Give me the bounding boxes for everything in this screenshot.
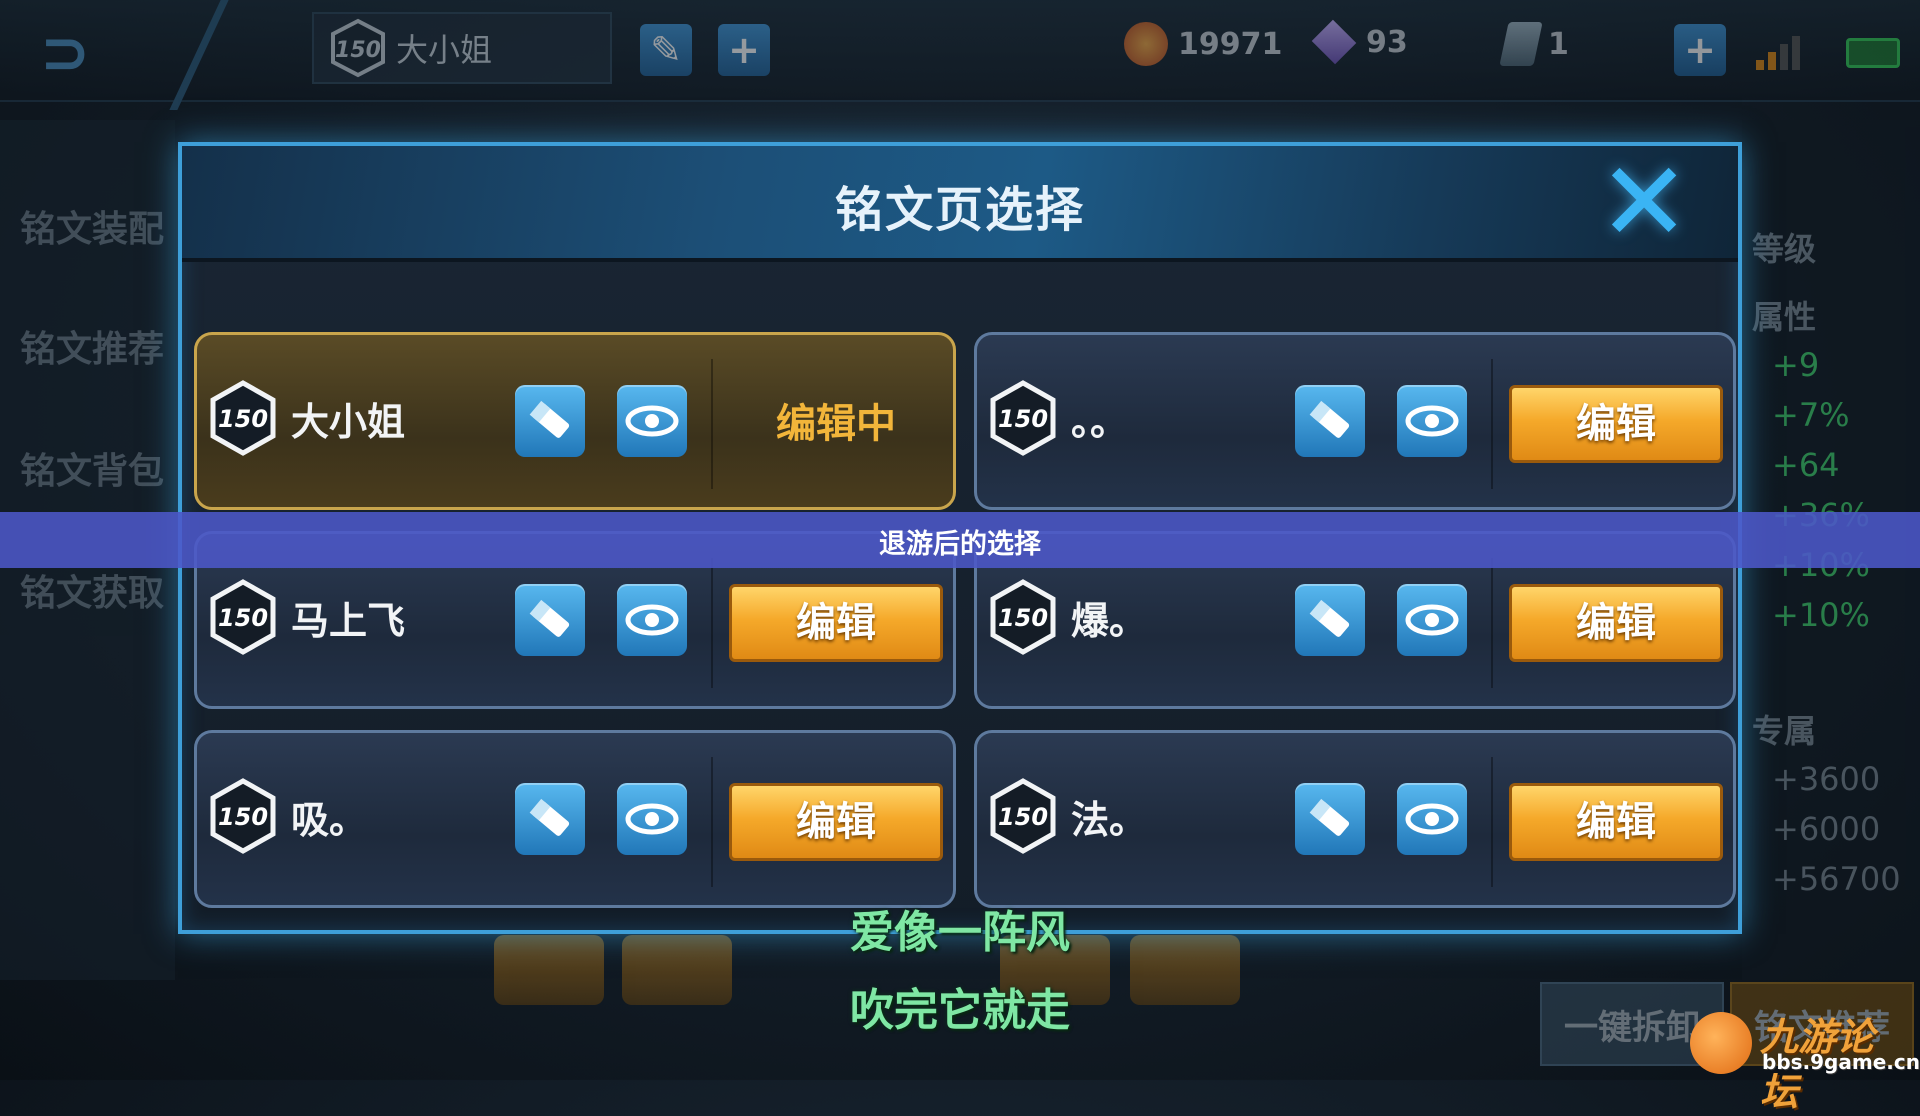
rune-page-name: 吸。 <box>291 798 368 842</box>
slot-divider <box>711 757 713 887</box>
slot-divider <box>711 558 713 688</box>
diamond-counter: 93 <box>1311 19 1408 65</box>
mascot-logo-icon <box>1690 1012 1752 1074</box>
preview-eye-icon[interactable] <box>617 385 687 457</box>
edit-button[interactable]: 编辑 <box>1509 783 1723 861</box>
close-x-icon[interactable]: ✕ <box>1598 147 1690 257</box>
level-hex-icon: 150 <box>210 778 276 854</box>
edit-button[interactable]: 编辑 <box>729 584 943 662</box>
caption-banner-text: 退游后的选择 <box>879 529 1041 560</box>
rename-icon[interactable]: ✎ <box>640 24 692 76</box>
slot-divider <box>1491 757 1493 887</box>
diamond-value: 93 <box>1366 24 1408 60</box>
rename-pencil-icon[interactable] <box>515 783 585 855</box>
level-hex-icon: 150 <box>210 380 276 456</box>
level-hex-icon: 150 <box>210 579 276 655</box>
slot-divider <box>1491 558 1493 688</box>
rune-page-name: 。。 <box>1071 400 1129 444</box>
exclusive-value: +6000 <box>1772 810 1881 848</box>
svg-text:150: 150 <box>998 604 1048 632</box>
add-currency-button[interactable]: + <box>1674 24 1726 76</box>
rune-page-name: 马上飞 <box>291 599 406 643</box>
level-hex-icon: 150 <box>331 18 385 78</box>
attr-value: +7% <box>1772 396 1850 434</box>
dialog-title: 铭文页选择 <box>834 182 1085 238</box>
svg-text:150: 150 <box>998 803 1048 831</box>
svg-text:150: 150 <box>998 405 1048 433</box>
preview-eye-icon[interactable] <box>617 584 687 656</box>
sidebar-item-obtain[interactable]: 铭文获取 <box>20 564 164 616</box>
battery-icon <box>1846 38 1900 68</box>
exclusive-label: 专属 <box>1752 712 1817 750</box>
svg-text:150: 150 <box>218 405 268 433</box>
attr-label: 属性 <box>1752 298 1817 336</box>
rune-page-slot[interactable]: 150 。。 编辑 <box>974 332 1736 510</box>
site-watermark: 九游论坛 bbs.9game.cn <box>1690 1006 1920 1114</box>
edit-button[interactable]: 编辑 <box>1509 385 1723 463</box>
sidebar-item-equip[interactable]: 铭文装配 <box>20 200 164 252</box>
svg-text:150: 150 <box>218 803 268 831</box>
exclusive-value: +3600 <box>1772 760 1881 798</box>
gold-coin-counter: 19971 <box>1124 22 1282 66</box>
gold-coin-icon <box>1124 22 1168 66</box>
svg-text:150: 150 <box>218 604 268 632</box>
current-rune-page-name: 大小姐 <box>396 31 493 69</box>
rename-pencil-icon[interactable] <box>1295 584 1365 656</box>
diamond-icon <box>1311 19 1357 65</box>
attr-value: +9 <box>1772 346 1820 384</box>
exclusive-value: +56700 <box>1772 860 1901 898</box>
svg-text:150: 150 <box>335 38 381 63</box>
rune-page-name: 大小姐 <box>291 400 406 444</box>
slot-divider <box>1491 359 1493 489</box>
sidebar-item-recommend[interactable]: 铭文推荐 <box>20 320 164 372</box>
rune-page-slot[interactable]: 150 大小姐 编辑中 <box>194 332 956 510</box>
level-hex-icon: 150 <box>990 380 1056 456</box>
rune-page-name: 爆。 <box>1071 599 1148 643</box>
level-label: 等级 <box>1752 230 1817 268</box>
gold-coin-value: 19971 <box>1178 26 1283 62</box>
editing-status: 编辑中 <box>776 401 896 447</box>
preview-eye-icon[interactable] <box>1397 385 1467 457</box>
rune-card-counter: 1 <box>1499 22 1569 66</box>
subtitle-line: 吹完它就走 <box>850 985 1070 1036</box>
edit-button[interactable]: 编辑 <box>729 783 943 861</box>
current-rune-page-chip[interactable]: 150 大小姐 <box>312 12 612 84</box>
attr-value: +10% <box>1772 596 1870 634</box>
preview-eye-icon[interactable] <box>617 783 687 855</box>
attr-value: +64 <box>1772 446 1840 484</box>
edit-button[interactable]: 编辑 <box>1509 584 1723 662</box>
decorative-slash <box>169 0 229 110</box>
subtitle-line: 爱像一阵风 <box>850 907 1070 958</box>
rename-pencil-icon[interactable] <box>1295 385 1365 457</box>
sidebar-item-bag[interactable]: 铭文背包 <box>20 442 164 494</box>
rune-card-value: 1 <box>1548 26 1569 62</box>
signal-icon <box>1756 36 1800 70</box>
rune-page-slot[interactable]: 150 法。 编辑 <box>974 730 1736 908</box>
back-arrow-icon[interactable]: ⊃ <box>40 18 160 88</box>
top-bar: ⊃ 150 大小姐 ✎ + 19971 93 1 + <box>0 0 1920 110</box>
preview-eye-icon[interactable] <box>1397 783 1467 855</box>
level-hex-icon: 150 <box>990 579 1056 655</box>
rune-card-icon <box>1499 22 1543 66</box>
rename-pencil-icon[interactable] <box>1295 783 1365 855</box>
rune-page-slot[interactable]: 150 吸。 编辑 <box>194 730 956 908</box>
preview-eye-icon[interactable] <box>1397 584 1467 656</box>
rename-pencil-icon[interactable] <box>515 385 585 457</box>
rune-page-name: 法。 <box>1071 798 1148 842</box>
level-hex-icon: 150 <box>990 778 1056 854</box>
watermark-url: bbs.9game.cn <box>1762 1050 1920 1074</box>
rename-pencil-icon[interactable] <box>515 584 585 656</box>
caption-banner: 退游后的选择 <box>0 512 1920 568</box>
slot-divider <box>711 359 713 489</box>
add-page-icon[interactable]: + <box>718 24 770 76</box>
dialog-header: 铭文页选择 ✕ <box>182 146 1738 262</box>
